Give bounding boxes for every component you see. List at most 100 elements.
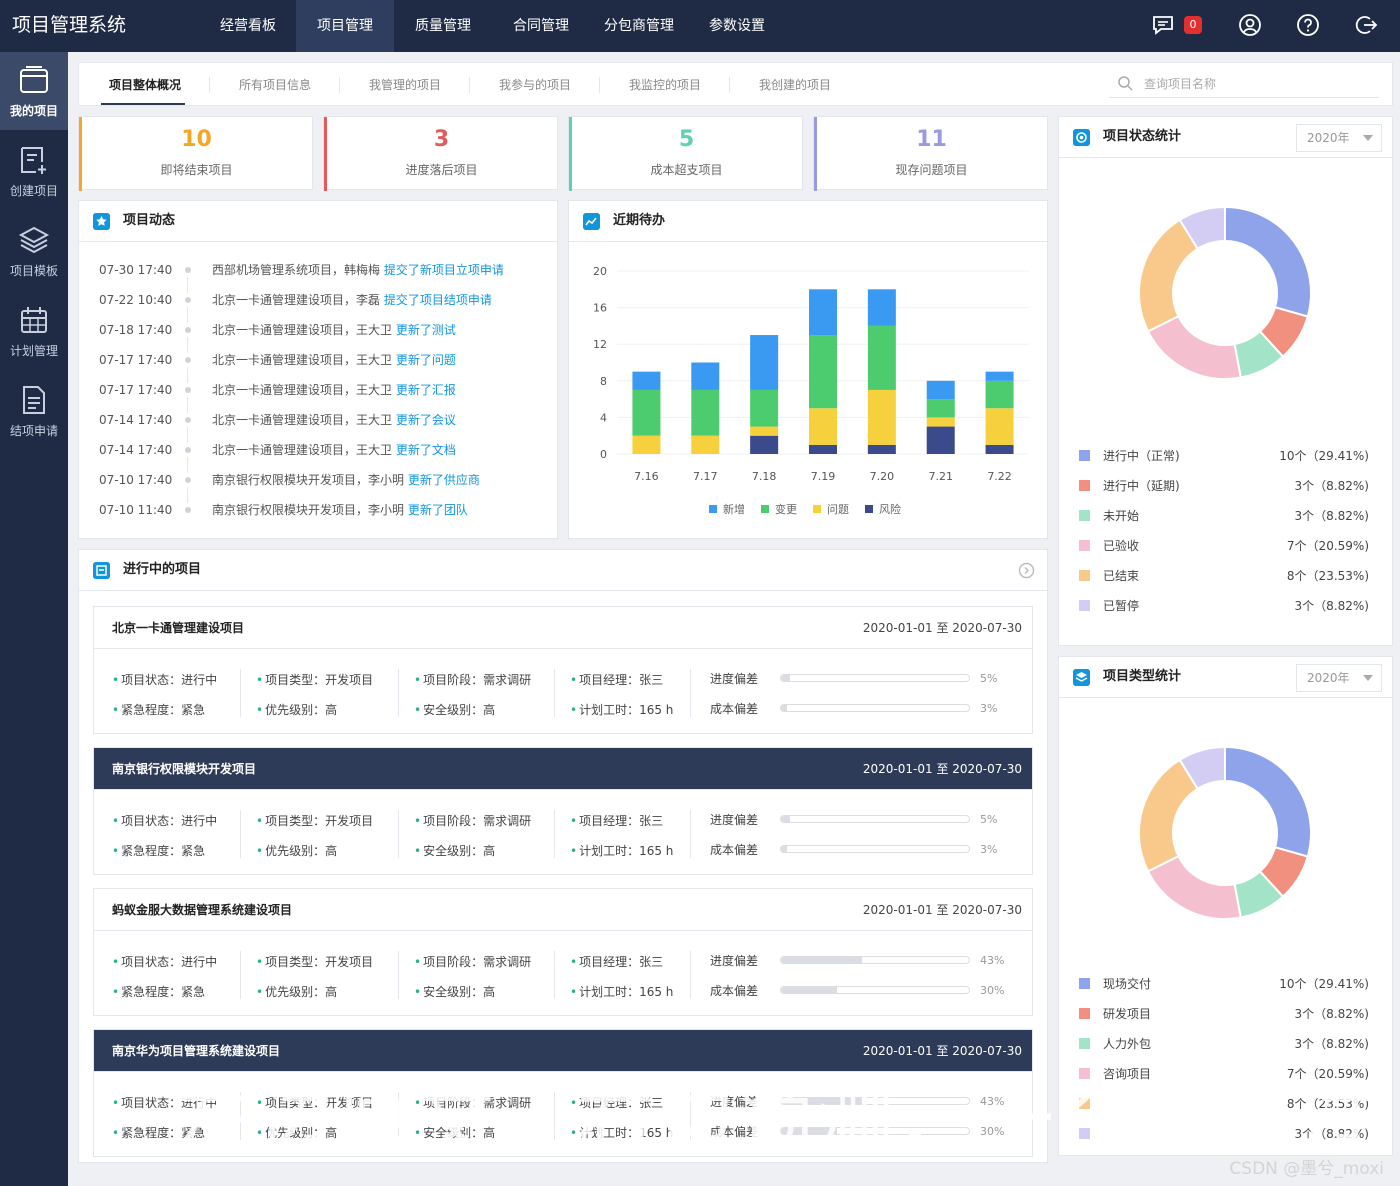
column-divider <box>690 810 691 858</box>
cost-deviation-value: 3% <box>980 843 998 856</box>
column-divider <box>690 669 691 717</box>
create-project-icon <box>21 147 46 174</box>
legend-value: 10个（29.41%) <box>1279 977 1369 991</box>
sidebar-item-project-templates[interactable]: 项目模板 <box>0 212 68 290</box>
legend-item[interactable]: 未开始 3个（8.82%) <box>1079 507 1369 523</box>
nav-operations-dashboard[interactable]: 经营看板 <box>200 0 296 52</box>
timeline-dot <box>185 507 191 513</box>
donut-slice[interactable] <box>1146 854 1242 920</box>
activity-link[interactable]: 提交了新项目立项申请 <box>384 263 504 277</box>
activity-time: 07-14 17:40 <box>99 443 173 457</box>
legend-item[interactable]: 研发项目 3个（8.82%) <box>1079 1005 1369 1021</box>
user-icon[interactable] <box>1237 12 1263 38</box>
activity-link[interactable]: 提交了项目结项申请 <box>384 293 492 307</box>
project-card[interactable]: 南京银行权限模块开发项目 2020-01-01 至 2020-07-30 • 项目状态… <box>93 747 1033 875</box>
activity-item: 07-14 17:40 北京一卡通管理建设项目，王大卫 更新了文档 <box>99 443 539 473</box>
stat-card-behind-schedule[interactable]: 3 进度落后项目 <box>323 116 558 191</box>
progress-deviation-value: 5% <box>980 813 998 826</box>
sidebar-item-label: 计划管理 <box>9 344 58 358</box>
sidebar-item-my-projects[interactable]: 我的项目 <box>0 52 68 130</box>
activity-time: 07-17 17:40 <box>99 383 173 397</box>
tab-all-projects[interactable]: 所有项目信息 <box>239 63 311 107</box>
tab-monitored-projects[interactable]: 我监控的项目 <box>629 63 701 107</box>
sidebar-item-plan-management[interactable]: 计划管理 <box>0 292 68 370</box>
activity-time: 07-14 17:40 <box>99 413 173 427</box>
tab-overview[interactable]: 项目整体概况 <box>109 63 181 107</box>
tab-created-projects[interactable]: 我创建的项目 <box>759 63 831 107</box>
bar-segment <box>926 417 955 427</box>
donut-slice[interactable] <box>1224 205 1312 318</box>
tab-participating-projects[interactable]: 我参与的项目 <box>499 63 571 107</box>
activity-time: 07-10 17:40 <box>99 473 173 487</box>
legend-item[interactable]: 已验收 7个（20.59%) <box>1079 537 1369 553</box>
year-select[interactable]: 2020年 <box>1296 664 1382 692</box>
activity-time: 07-30 17:40 <box>99 263 173 277</box>
tab-managed-projects[interactable]: 我管理的项目 <box>369 63 441 107</box>
activity-link[interactable]: 更新了问题 <box>396 353 456 367</box>
legend-item[interactable]: 进行中（正常) 10个（29.41%) <box>1079 447 1369 463</box>
cost-deviation-fill <box>781 705 787 711</box>
project-card[interactable]: 北京一卡通管理建设项目 2020-01-01 至 2020-07-30 • 项目状态：… <box>93 606 1033 734</box>
message-icon[interactable] <box>1150 12 1176 38</box>
donut-slice[interactable] <box>1138 218 1200 333</box>
field-value: 项目经理：张三 <box>579 955 664 969</box>
line-chart-icon <box>583 213 600 230</box>
legend-item[interactable]: 已结束 8个（23.53%) <box>1079 567 1369 583</box>
legend-label: 已暂停 <box>1103 599 1140 613</box>
logout-icon[interactable] <box>1353 12 1379 38</box>
help-icon[interactable] <box>1295 12 1321 38</box>
sidebar: 我的项目 创建项目 项目模板 计划管理 结项申请 <box>0 52 68 1186</box>
timeline-line <box>187 337 188 353</box>
stat-card-ending-soon[interactable]: 10 即将结束项目 <box>78 116 313 191</box>
activity-item: 07-30 17:40 西部机场管理系统项目，韩梅梅 提交了新项目立项申请 <box>99 263 539 293</box>
bar-segment <box>985 444 1014 454</box>
nav-subcontractor-management[interactable]: 分包商管理 <box>590 0 688 52</box>
sidebar-item-create-project[interactable]: 创建项目 <box>0 132 68 210</box>
activity-link[interactable]: 更新了会议 <box>396 413 456 427</box>
project-field: • 紧急程度：紧急 <box>112 842 205 859</box>
bullet-icon: • <box>112 703 120 717</box>
cost-deviation-bar <box>780 845 970 853</box>
project-name[interactable]: 北京一卡通管理建设项目 <box>112 607 244 649</box>
tab-divider <box>469 77 470 93</box>
status-donut-chart <box>1138 205 1312 380</box>
nav-contract-management[interactable]: 合同管理 <box>492 0 590 52</box>
search-input[interactable]: 查询项目名称 <box>1144 63 1216 105</box>
legend-item[interactable]: 进行中（延期) 3个（8.82%) <box>1079 477 1369 493</box>
nav-parameter-settings[interactable]: 参数设置 <box>688 0 786 52</box>
legend-item[interactable]: 现场交付 10个（29.41%) <box>1079 975 1369 991</box>
legend-value: 7个（20.59%) <box>1286 539 1369 553</box>
stat-card-over-budget[interactable]: 5 成本超支项目 <box>568 116 803 191</box>
chevron-right-circle-icon[interactable] <box>1018 562 1035 579</box>
activity-link[interactable]: 更新了文档 <box>396 443 456 457</box>
year-select[interactable]: 2020年 <box>1296 124 1382 152</box>
legend-item[interactable]: 人力外包 3个（8.82%) <box>1079 1035 1369 1051</box>
project-name[interactable]: 蚂蚁金服大数据管理系统建设项目 <box>112 889 292 931</box>
activity-link[interactable]: 更新了供应商 <box>408 473 480 487</box>
field-value: 优先级别：高 <box>265 703 338 717</box>
legend-swatch <box>1079 1038 1090 1049</box>
donut-slice[interactable] <box>1138 758 1200 873</box>
project-field: • 计划工时：165 h <box>570 983 673 1000</box>
donut-slice[interactable] <box>1224 745 1312 858</box>
stat-label: 现存问题项目 <box>895 163 968 177</box>
bar-segment <box>867 325 896 390</box>
stat-value: 10 <box>181 127 212 152</box>
sidebar-item-closure-request[interactable]: 结项申请 <box>0 372 68 450</box>
stat-card-open-issues[interactable]: 11 现存问题项目 <box>813 116 1048 191</box>
nav-project-management[interactable]: 项目管理 <box>296 0 394 52</box>
project-dates: 2020-01-01 至 2020-07-30 <box>862 903 1022 917</box>
project-card[interactable]: 蚂蚁金服大数据管理系统建设项目 2020-01-01 至 2020-07-30 • 项… <box>93 888 1033 1016</box>
nav-quality-management[interactable]: 质量管理 <box>394 0 492 52</box>
field-value: 安全级别：高 <box>423 985 496 999</box>
activity-link[interactable]: 更新了汇报 <box>396 383 456 397</box>
search-icon[interactable] <box>1117 75 1133 91</box>
legend-item[interactable]: 已暂停 3个（8.82%) <box>1079 597 1369 613</box>
tab-divider <box>729 77 730 93</box>
activity-link[interactable]: 更新了团队 <box>408 503 468 517</box>
layers-icon <box>18 226 50 254</box>
project-name[interactable]: 南京银行权限模块开发项目 <box>112 748 256 790</box>
donut-slice[interactable] <box>1146 314 1242 380</box>
field-value: 项目经理：张三 <box>579 814 664 828</box>
activity-link[interactable]: 更新了测试 <box>396 323 456 337</box>
